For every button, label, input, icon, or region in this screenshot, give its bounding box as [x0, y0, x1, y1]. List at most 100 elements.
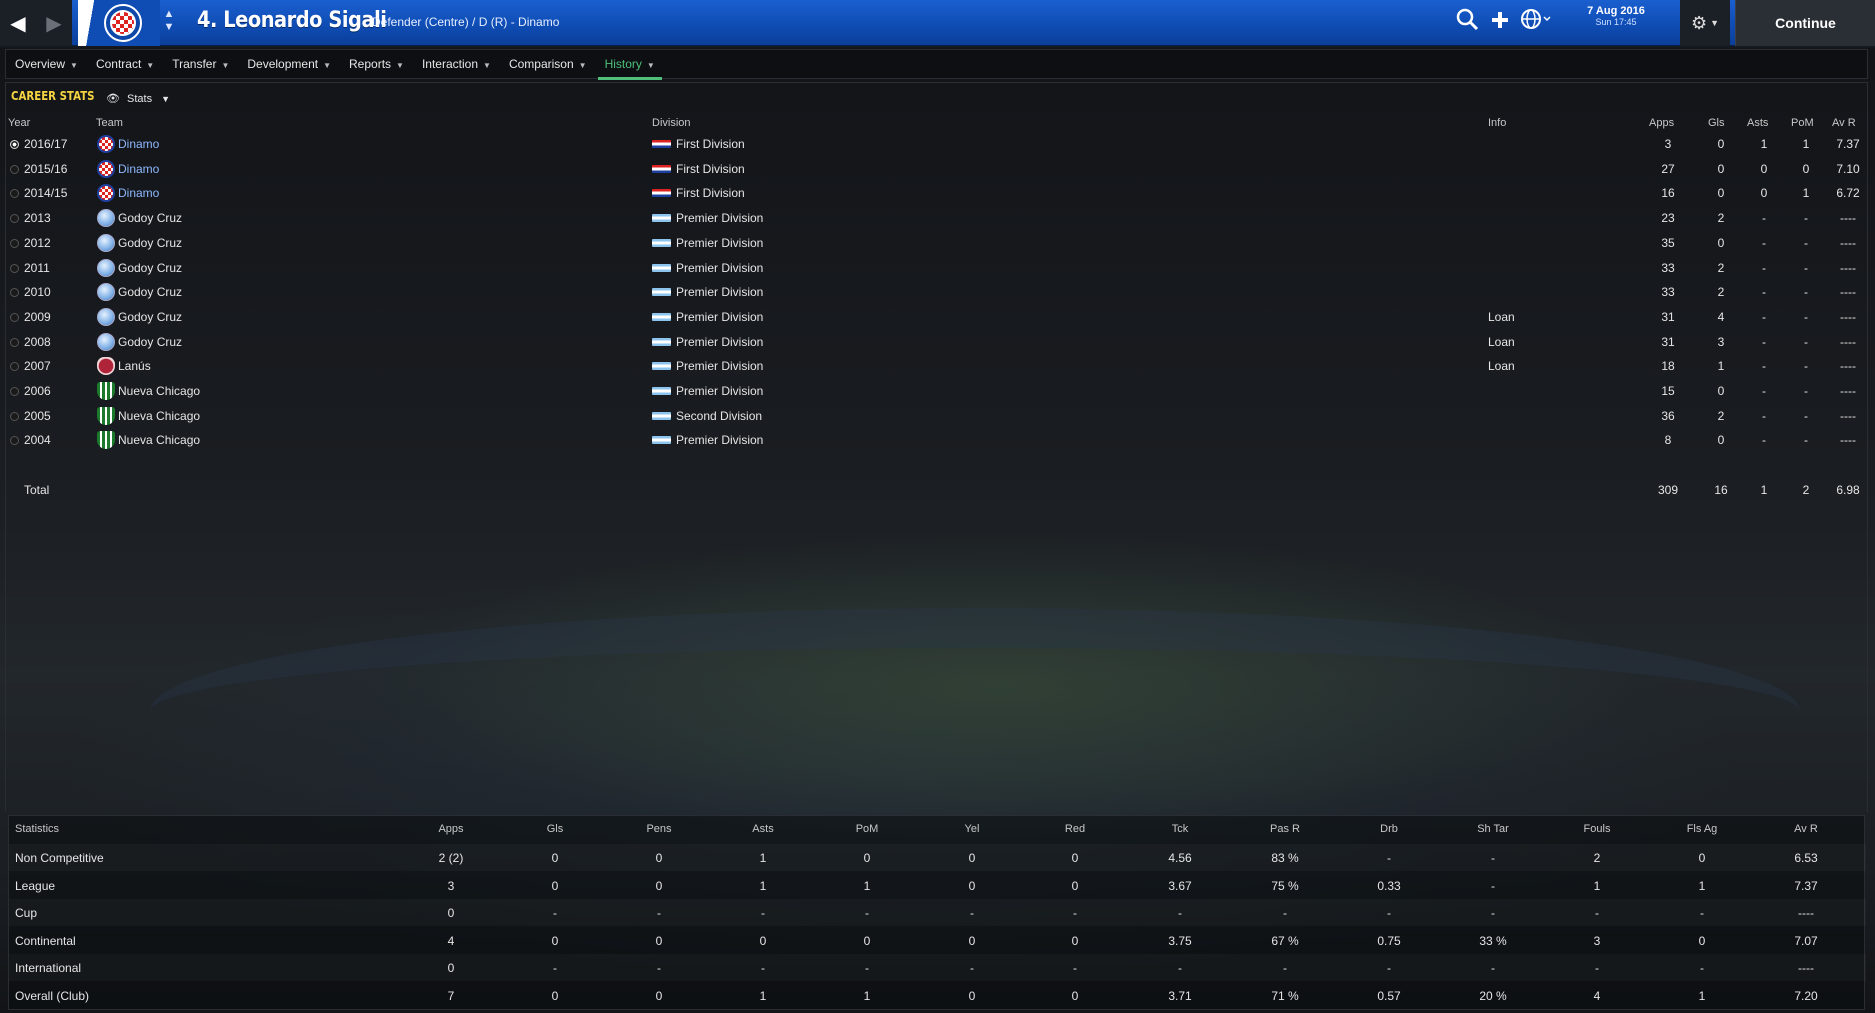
header-pom[interactable]: PoM	[827, 823, 907, 835]
header-pom[interactable]: PoM	[1791, 117, 1814, 129]
division-name[interactable]: First Division	[676, 137, 745, 151]
division-name[interactable]: Premier Division	[676, 433, 763, 447]
header-red[interactable]: Red	[1035, 823, 1115, 835]
stats-view-dropdown[interactable]: 👁 Stats ▼	[106, 92, 170, 105]
tab-comparison[interactable]: Comparison ▼	[500, 49, 596, 79]
tab-transfer[interactable]: Transfer ▼	[163, 49, 238, 79]
career-row[interactable]: 2009 Godoy Cruz Premier Division Loan 31 4- - -…	[6, 306, 1869, 330]
career-row[interactable]: 2015/16 Dinamo First Division 27 0 0 0 7.10	[6, 158, 1869, 182]
nation-flag-icon	[652, 164, 671, 173]
header-asts[interactable]: Asts	[1747, 117, 1768, 129]
assists-value: -	[1762, 260, 1766, 275]
chevron-down-icon: ▼	[221, 61, 230, 70]
row-select-radio[interactable]	[10, 387, 19, 396]
header-division[interactable]: Division	[652, 117, 691, 129]
career-row[interactable]: 2005 Nueva Chicago Second Division 36 2- - ---…	[6, 405, 1869, 429]
row-select-radio[interactable]	[10, 337, 19, 347]
row-select-radio[interactable]	[10, 263, 19, 273]
tab-development[interactable]: Development ▼	[238, 49, 340, 79]
tab-contract[interactable]: Contract ▼	[87, 49, 163, 79]
division-name[interactable]: Premier Division	[676, 236, 763, 250]
tab-history[interactable]: History ▼	[596, 49, 664, 80]
team-name[interactable]: Nueva Chicago	[118, 433, 200, 447]
tab-interaction[interactable]: Interaction ▼	[413, 49, 500, 79]
team-name[interactable]: Lanús	[118, 359, 151, 373]
header-avg-rating[interactable]: Av R	[1766, 823, 1846, 835]
division-name[interactable]: Premier Division	[676, 211, 763, 225]
row-select-radio[interactable]	[10, 238, 19, 248]
header-pens[interactable]: Pens	[619, 823, 699, 835]
back-arrow-icon[interactable]: ◀	[0, 0, 36, 46]
team-name[interactable]: Godoy Cruz	[118, 310, 182, 324]
club-badge[interactable]	[78, 0, 160, 46]
career-row[interactable]: 2011 Godoy Cruz Premier Division 33 2- - ----	[6, 257, 1869, 281]
career-row[interactable]: 2013 Godoy Cruz Premier Division 23 2- - ----	[6, 207, 1869, 231]
header-pass-ratio[interactable]: Pas R	[1245, 823, 1325, 835]
row-select-radio[interactable]	[10, 362, 19, 372]
division-name[interactable]: Premier Division	[676, 285, 763, 299]
gear-icon[interactable]: ⚙ ▼	[1680, 0, 1730, 46]
row-select-radio[interactable]	[10, 164, 19, 174]
header-gls[interactable]: Gls	[1708, 117, 1725, 129]
career-row[interactable]: 2016/17 Dinamo First Division 3 0 1 1 7.37	[6, 133, 1869, 157]
header-fouls-against[interactable]: Fls Ag	[1662, 823, 1742, 835]
division-name[interactable]: First Division	[676, 162, 745, 176]
add-icon[interactable]	[1491, 9, 1509, 37]
row-select-radio[interactable]	[10, 312, 19, 322]
row-select-radio[interactable]	[10, 288, 19, 298]
career-row[interactable]: 2007 Lanús Premier Division Loan 18 1- - ----	[6, 355, 1869, 379]
team-name[interactable]: Dinamo	[118, 137, 159, 151]
tab-reports[interactable]: Reports ▼	[340, 49, 413, 79]
row-select-radio[interactable]	[10, 436, 19, 446]
header-apps[interactable]: Apps	[411, 823, 491, 835]
header-team[interactable]: Team	[96, 117, 123, 129]
career-row[interactable]: 2006 Nueva Chicago Premier Division 15 0- - --…	[6, 380, 1869, 404]
team-name[interactable]: Godoy Cruz	[118, 211, 182, 225]
division-name[interactable]: Premier Division	[676, 335, 763, 349]
career-row[interactable]: 2012 Godoy Cruz Premier Division 35 0- - ----	[6, 232, 1869, 256]
header-yellow[interactable]: Yel	[932, 823, 1012, 835]
header-shots-on-target[interactable]: Sh Tar	[1453, 823, 1533, 835]
header-year[interactable]: Year	[8, 117, 30, 129]
header-apps[interactable]: Apps	[1649, 117, 1674, 129]
globe-icon[interactable]	[1521, 8, 1551, 38]
header-avr[interactable]: Av R	[1832, 117, 1856, 129]
team-name[interactable]: Godoy Cruz	[118, 335, 182, 349]
team-name[interactable]: Nueva Chicago	[118, 384, 200, 398]
career-row[interactable]: 2014/15 Dinamo First Division 16 0 0 1 6.72	[6, 182, 1869, 206]
career-row[interactable]: 2008 Godoy Cruz Premier Division Loan 31 3- - -…	[6, 331, 1869, 355]
division-name[interactable]: Second Division	[676, 409, 762, 423]
row-select-radio[interactable]	[10, 214, 19, 224]
row-select-radio[interactable]	[10, 189, 19, 199]
header-assists[interactable]: Asts	[723, 823, 803, 835]
tab-overview[interactable]: Overview ▼	[6, 49, 87, 79]
total-goals: 16	[1714, 482, 1728, 497]
division-name[interactable]: Premier Division	[676, 384, 763, 398]
career-row[interactable]: 2004 Nueva Chicago Premier Division 8 0- - ---…	[6, 429, 1869, 453]
division-name[interactable]: First Division	[676, 186, 745, 200]
career-row[interactable]: 2010 Godoy Cruz Premier Division 33 2- - ----	[6, 281, 1869, 305]
yellow-value: 0	[968, 933, 976, 948]
team-name[interactable]: Dinamo	[118, 186, 159, 200]
forward-arrow-icon[interactable]: ▶	[36, 0, 72, 46]
continue-button[interactable]: Continue	[1735, 0, 1875, 46]
division-name[interactable]: Premier Division	[676, 261, 763, 275]
header-fouls[interactable]: Fouls	[1557, 823, 1637, 835]
team-name[interactable]: Dinamo	[118, 162, 159, 176]
header-statistics[interactable]: Statistics	[15, 823, 59, 835]
team-name[interactable]: Nueva Chicago	[118, 409, 200, 423]
division-name[interactable]: Premier Division	[676, 310, 763, 324]
header-dribbles[interactable]: Drb	[1349, 823, 1429, 835]
division-name[interactable]: Premier Division	[676, 359, 763, 373]
header-info[interactable]: Info	[1488, 117, 1506, 129]
player-switch-icon[interactable]: ▲ ▼	[160, 8, 178, 38]
row-select-radio[interactable]	[10, 411, 19, 421]
team-name[interactable]: Godoy Cruz	[118, 285, 182, 299]
header-tackles[interactable]: Tck	[1140, 823, 1220, 835]
assists-value: 0	[1760, 186, 1768, 201]
search-icon[interactable]	[1455, 7, 1479, 39]
row-select-radio[interactable]	[10, 140, 19, 149]
team-name[interactable]: Godoy Cruz	[118, 236, 182, 250]
header-goals[interactable]: Gls	[515, 823, 595, 835]
team-name[interactable]: Godoy Cruz	[118, 261, 182, 275]
